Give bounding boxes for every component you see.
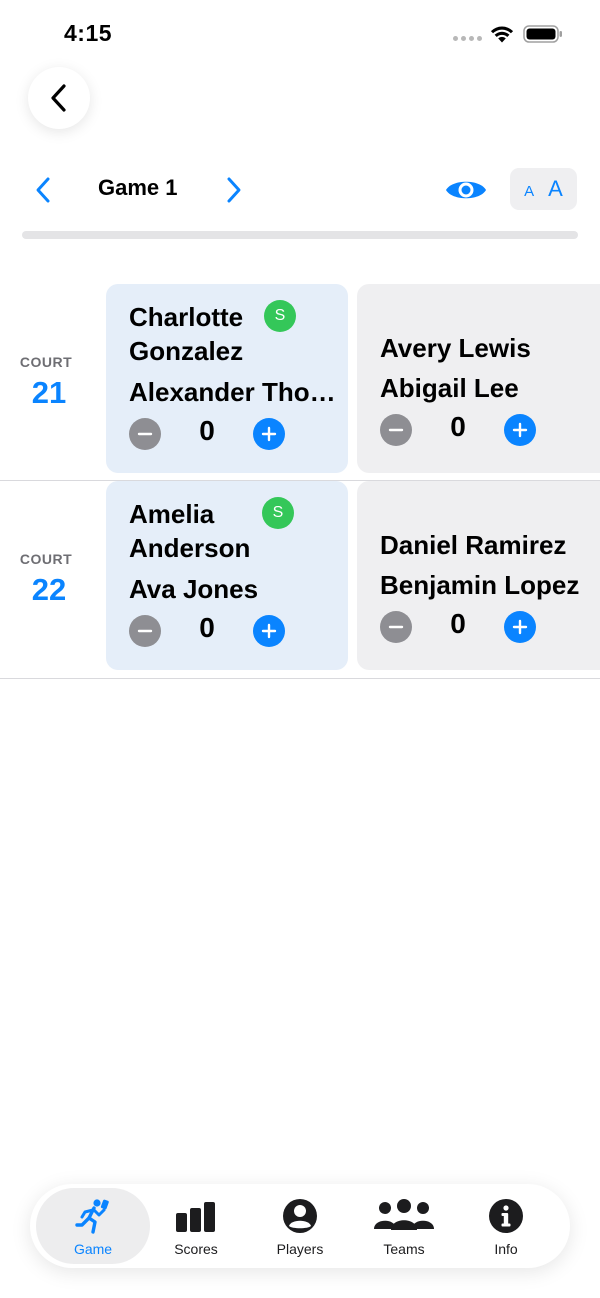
game-navigation: Game 1 A A: [0, 160, 600, 220]
status-bar: 4:15: [0, 0, 600, 70]
score-controls: 0: [129, 415, 289, 452]
increment-score-button[interactable]: [504, 611, 536, 643]
people-group-icon: [374, 1199, 434, 1230]
status-time: 4:15: [64, 20, 113, 46]
wifi-icon: [490, 26, 514, 43]
score-controls: 0: [380, 608, 540, 645]
minus-icon: [388, 428, 404, 432]
score-value: 0: [450, 608, 466, 639]
battery-icon: [523, 25, 562, 43]
runner-icon: [75, 1199, 109, 1234]
court-row: COURT 22 Amelia Anderson S Ava Jones 0 D…: [0, 481, 600, 679]
court-label: COURT 22: [0, 481, 98, 671]
court-label: COURT 21: [0, 284, 98, 474]
tab-label: Players: [276, 1241, 324, 1257]
chevron-left-icon: [51, 84, 66, 112]
team-card[interactable]: Daniel Ramirez Benjamin Lopez 0: [357, 481, 600, 670]
player-name: Charlotte: [129, 302, 244, 332]
tab-label: Game: [73, 1241, 113, 1257]
tab-teams[interactable]: Teams: [352, 1188, 456, 1264]
plus-icon: [261, 623, 277, 639]
score-value: 0: [450, 411, 466, 442]
minus-icon: [137, 629, 153, 633]
tab-label: Scores: [174, 1241, 218, 1257]
eye-icon[interactable]: [444, 174, 488, 206]
font-small-label: A: [524, 182, 535, 200]
tab-info[interactable]: Info: [456, 1188, 556, 1264]
team-card-serving[interactable]: Charlotte Gonzalez S Alexander Thompson …: [106, 284, 348, 473]
serve-badge: S: [262, 497, 294, 529]
game-progress-bar: [22, 231, 578, 239]
player-name: Gonzalez: [129, 336, 244, 366]
plus-icon: [512, 422, 528, 438]
court-number: 21: [31, 375, 67, 410]
tab-label: Info: [494, 1241, 518, 1257]
team-card[interactable]: Avery Lewis Abigail Lee 0: [357, 284, 600, 473]
serve-badge: S: [264, 300, 296, 332]
court-row: COURT 21 Charlotte Gonzalez S Alexander …: [0, 284, 600, 482]
decrement-score-button[interactable]: [129, 418, 161, 450]
player-name: Avery Lewis: [380, 333, 531, 363]
tab-label: Teams: [383, 1241, 425, 1257]
decrement-score-button[interactable]: [380, 414, 412, 446]
tab-bar: Game Scores Players Teams Info: [30, 1184, 570, 1268]
player-name: Anderson: [129, 533, 251, 563]
player-name: Benjamin Lopez: [380, 570, 580, 600]
font-large-label: A: [548, 176, 563, 201]
increment-score-button[interactable]: [253, 418, 285, 450]
minus-icon: [388, 625, 404, 629]
court-number: 22: [31, 572, 67, 607]
increment-score-button[interactable]: [504, 414, 536, 446]
plus-icon: [512, 619, 528, 635]
font-size-toggle[interactable]: A A: [510, 168, 577, 210]
tab-players[interactable]: Players: [248, 1188, 352, 1264]
court-caption: COURT: [19, 551, 73, 567]
tab-scores[interactable]: Scores: [144, 1188, 248, 1264]
info-circle-icon: [489, 1199, 523, 1233]
cellular-signal-icon: [453, 36, 482, 41]
score-controls: 0: [380, 411, 540, 448]
score-value: 0: [199, 415, 215, 446]
previous-game-button[interactable]: [30, 175, 56, 205]
minus-icon: [137, 432, 153, 436]
score-value: 0: [199, 612, 215, 643]
bar-chart-icon: [176, 1202, 215, 1232]
player-name: Daniel Ramirez: [380, 530, 567, 560]
decrement-score-button[interactable]: [380, 611, 412, 643]
player-name: Abigail Lee: [380, 373, 519, 403]
player-name: Ava Jones: [129, 574, 259, 604]
team-card-serving[interactable]: Amelia Anderson S Ava Jones 0: [106, 481, 348, 670]
decrement-score-button[interactable]: [129, 615, 161, 647]
court-caption: COURT: [19, 354, 73, 370]
game-title: Game 1: [98, 175, 178, 200]
score-controls: 0: [129, 612, 289, 649]
plus-icon: [261, 426, 277, 442]
person-circle-icon: [283, 1199, 317, 1233]
increment-score-button[interactable]: [253, 615, 285, 647]
back-button[interactable]: [28, 67, 90, 129]
next-game-button[interactable]: [221, 175, 247, 205]
player-name: Amelia: [129, 499, 215, 529]
tab-game[interactable]: Game: [36, 1188, 150, 1264]
player-name: Alexander Thompson: [129, 377, 339, 407]
